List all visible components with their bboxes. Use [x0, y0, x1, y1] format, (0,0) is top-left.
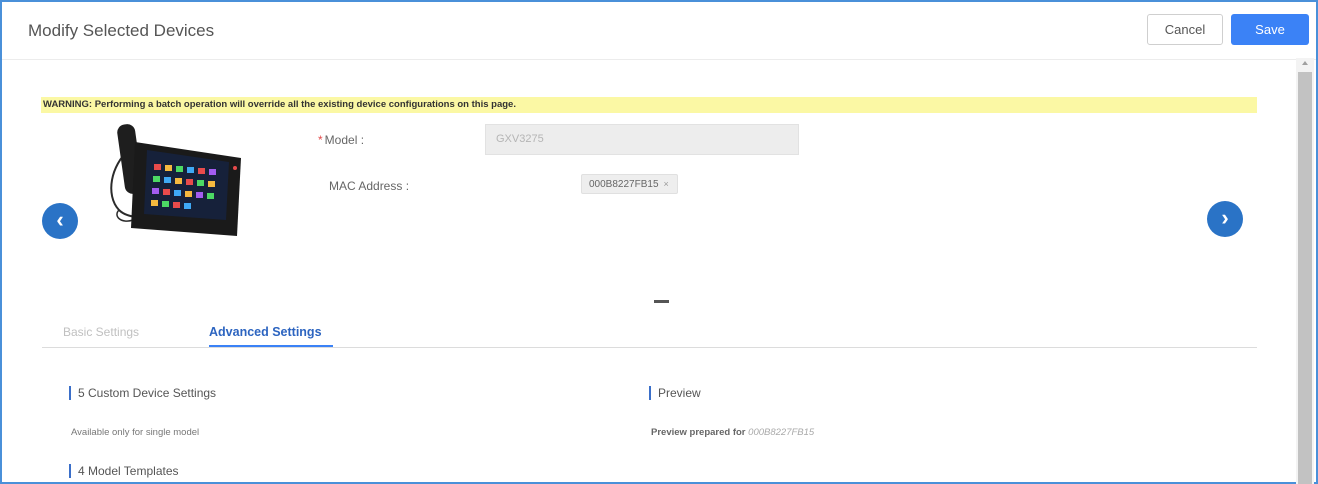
previous-device-button[interactable]: ‹	[42, 203, 78, 239]
tab-advanced-settings[interactable]: Advanced Settings	[209, 325, 322, 339]
carousel-indicator[interactable]	[654, 300, 669, 303]
dialog-title: Modify Selected Devices	[28, 21, 215, 40]
preview-mac: 000B8227FB15	[748, 427, 815, 438]
model-label-text: Model :	[324, 133, 365, 147]
chevron-right-icon: ›	[1221, 205, 1229, 230]
save-button[interactable]: Save	[1231, 14, 1309, 45]
chevron-left-icon: ‹	[56, 207, 64, 232]
model-label: * Model :	[318, 133, 364, 147]
tab-basic-settings[interactable]: Basic Settings	[63, 325, 139, 339]
mac-address-value: 000B8227FB15	[589, 179, 659, 190]
required-mark: *	[318, 133, 323, 147]
scrollbar-thumb[interactable]	[1298, 72, 1312, 484]
next-device-button[interactable]: ›	[1207, 201, 1243, 237]
custom-device-settings-title: 5 Custom Device Settings	[69, 386, 216, 400]
preview-prepared-text: Preview prepared for 000B8227FB15	[651, 427, 814, 438]
mac-address-tag: 000B8227FB15 ×	[581, 174, 678, 194]
cancel-button[interactable]: Cancel	[1147, 14, 1223, 45]
tabs-divider	[42, 347, 1257, 348]
custom-settings-note: Available only for single model	[71, 427, 200, 438]
close-icon[interactable]: ×	[664, 179, 669, 189]
device-phone-image	[110, 124, 241, 236]
modify-devices-dialog: Modify Selected Devices Cancel Save WARN…	[0, 0, 1318, 484]
scroll-up-arrow[interactable]	[1302, 61, 1308, 65]
model-templates-title: 4 Model Templates	[69, 464, 179, 478]
dialog-header: Modify Selected Devices Cancel Save	[2, 2, 1316, 60]
preview-title: Preview	[649, 386, 701, 400]
model-field: GXV3275	[485, 124, 799, 155]
mac-address-label: MAC Address :	[329, 179, 410, 193]
warning-banner: WARNING: Performing a batch operation wi…	[41, 97, 1257, 113]
preview-prefix: Preview prepared for	[651, 427, 746, 438]
